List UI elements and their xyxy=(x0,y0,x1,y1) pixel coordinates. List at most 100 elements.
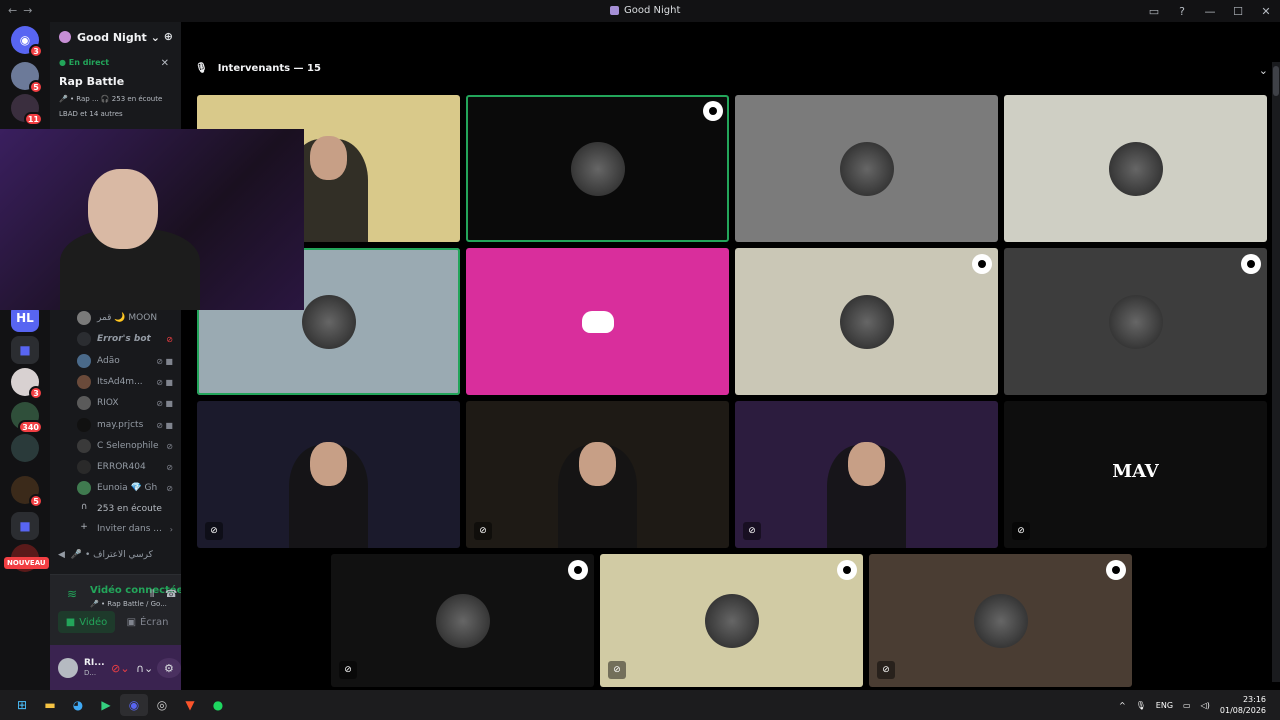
speaker-tile[interactable]: MAV ⊘ xyxy=(1004,401,1267,548)
speaker-tile[interactable]: ⊘ xyxy=(869,554,1132,687)
play-icon[interactable]: ▶ xyxy=(92,694,120,716)
scrollbar[interactable] xyxy=(1272,62,1280,682)
inbox-icon[interactable]: ▭ xyxy=(1140,5,1168,18)
folder-icon[interactable]: ■ xyxy=(11,336,39,364)
brave-icon[interactable]: ▼ xyxy=(176,694,204,716)
speaker-tile[interactable] xyxy=(1004,95,1267,242)
new-badge: NOUVEAU xyxy=(4,557,49,569)
speaker-tile[interactable] xyxy=(735,248,998,395)
file-explorer-icon[interactable]: ▬ xyxy=(36,694,64,716)
help-icon[interactable]: ? xyxy=(1168,5,1196,18)
speaker-tile[interactable]: ⊘ xyxy=(197,401,460,548)
server-icon-red[interactable]: 3 xyxy=(11,368,43,400)
avatar[interactable] xyxy=(58,658,78,678)
list-item[interactable]: ItsAd4m... ⊘ ■ xyxy=(77,373,177,391)
speaker-tile[interactable]: ⊘ xyxy=(331,554,594,687)
list-item[interactable]: Error's bot ⊘ xyxy=(77,330,177,348)
avatar xyxy=(77,375,91,389)
soundboard-icon[interactable]: ⫴ xyxy=(150,589,154,600)
avatar xyxy=(839,141,894,196)
invite-people-icon[interactable]: ⊕ xyxy=(164,30,173,43)
volume-icon[interactable]: ◁) xyxy=(1201,701,1210,710)
speaker-tile[interactable] xyxy=(1004,248,1267,395)
moderator-badge-icon xyxy=(703,101,723,121)
language-indicator[interactable]: ENG xyxy=(1156,701,1173,710)
discord-taskbar-icon[interactable]: ◉ xyxy=(120,694,148,716)
list-item[interactable]: RIOX ⊘ ■ xyxy=(77,394,177,412)
network-icon[interactable]: ▭ xyxy=(1183,701,1191,710)
avatar xyxy=(435,593,490,648)
stage-meta: 🎤 • Rap ... 🎧 253 en écoute xyxy=(59,95,163,103)
person-head xyxy=(310,442,347,487)
sidebar-item-stage[interactable]: ◀ 🎤 • كرسي الاعتراف xyxy=(58,546,158,564)
headphones-icon: ∩ xyxy=(80,502,88,512)
avatar xyxy=(77,460,91,474)
list-item[interactable]: Eunoia 💎 Gh ⊘ xyxy=(77,479,177,497)
gear-icon[interactable]: ⚙ xyxy=(156,658,181,678)
username[interactable]: RI... D... xyxy=(84,658,108,678)
speaker-tile[interactable] xyxy=(735,95,998,242)
speaker-tile[interactable] xyxy=(466,95,729,242)
windows-start-icon[interactable]: ⊞ xyxy=(8,694,36,716)
server-icon-dark[interactable] xyxy=(11,434,39,462)
pip-video[interactable] xyxy=(0,129,304,310)
steam-icon[interactable]: ◎ xyxy=(148,694,176,716)
list-item[interactable]: Adão ⊘ ■ xyxy=(77,352,177,370)
server-icon-gaming[interactable]: 11 xyxy=(11,94,43,126)
scrollbar-thumb[interactable] xyxy=(1273,66,1279,96)
headphones-muted-icon: ⊘ xyxy=(166,334,173,344)
close-button[interactable]: ✕ xyxy=(1252,5,1280,18)
discord-home-icon[interactable]: ◉ 3 xyxy=(11,26,43,58)
edge-icon[interactable]: ◕ xyxy=(64,694,92,716)
live-indicator: ● En direct xyxy=(59,58,110,67)
list-item[interactable]: ERROR404 ⊘ xyxy=(77,458,177,476)
clock[interactable]: 23:16 01/08/2026 xyxy=(1220,694,1266,716)
window-title: Good Night xyxy=(610,5,680,16)
chevron-up-icon[interactable]: ^ xyxy=(1119,701,1126,710)
voice-buttons: ■ Vidéo ▣ Écran xyxy=(58,611,176,633)
invite-button[interactable]: + Inviter dans ... › xyxy=(77,520,177,538)
title-bar: ←→ Good Night ▭ ? — ☐ ✕ xyxy=(0,0,1280,22)
speaker-tile[interactable]: ⊘ xyxy=(466,401,729,548)
folder-icon-2[interactable]: ■ xyxy=(11,512,39,540)
headphones-icon[interactable]: ∩⌄ xyxy=(133,658,157,678)
server-header[interactable]: Good Night ⌄ ⊕ xyxy=(50,22,181,52)
add-user-icon: + xyxy=(80,522,88,532)
disconnect-icon[interactable]: ☎ xyxy=(165,589,177,600)
mic-muted-icon: ⊘ xyxy=(1012,522,1030,540)
mic-muted-icon: ⊘ xyxy=(166,483,173,493)
avatar xyxy=(301,294,356,349)
back-forward-arrows[interactable]: ←→ xyxy=(8,4,38,17)
list-item[interactable]: قمر 🌙 MOON xyxy=(77,309,177,327)
server-icon xyxy=(59,31,71,43)
person-head xyxy=(579,442,616,487)
server-icon-rap[interactable]: 5 xyxy=(11,62,43,94)
voice-channel-path: 🎤 • Rap Battle / Go... xyxy=(90,600,167,608)
server-icon-orange[interactable]: 5 xyxy=(11,476,43,508)
avatar xyxy=(77,418,91,432)
stage-name[interactable]: Rap Battle xyxy=(59,75,124,88)
mic-muted-icon: ⊘ xyxy=(608,661,626,679)
video-button[interactable]: ■ Vidéo xyxy=(58,611,115,633)
speaker-tile[interactable]: ⊘ xyxy=(735,401,998,548)
chevron-down-icon[interactable]: ⌄ xyxy=(1259,64,1268,77)
minimize-button[interactable]: — xyxy=(1196,5,1224,18)
close-icon[interactable]: ✕ xyxy=(161,58,169,69)
moderator-badge-icon xyxy=(1106,560,1126,580)
speaker-tile[interactable] xyxy=(466,248,729,395)
listener-count: ∩ 253 en écoute xyxy=(77,500,177,518)
camera-icon: ⊘ ■ xyxy=(156,420,173,430)
speaker-tile[interactable]: ⊘ xyxy=(600,554,863,687)
signal-icon: ≋ xyxy=(67,587,78,601)
list-item[interactable]: may.prjcts ⊘ ■ xyxy=(77,416,177,434)
screen-share-button[interactable]: ▣ Écran xyxy=(119,611,176,633)
chevron-down-icon: ⌄ xyxy=(150,30,161,44)
person-head xyxy=(310,136,347,181)
mic-icon[interactable]: 🎙 xyxy=(1136,701,1146,710)
mic-muted-icon[interactable]: ⊘⌄ xyxy=(108,658,132,678)
avatar xyxy=(704,593,759,648)
list-item[interactable]: C Selenophile ⊘ xyxy=(77,437,177,455)
maximize-button[interactable]: ☐ xyxy=(1224,5,1252,18)
spotify-icon[interactable]: ● xyxy=(204,694,232,716)
server-icon-green[interactable]: 340 xyxy=(11,402,43,434)
